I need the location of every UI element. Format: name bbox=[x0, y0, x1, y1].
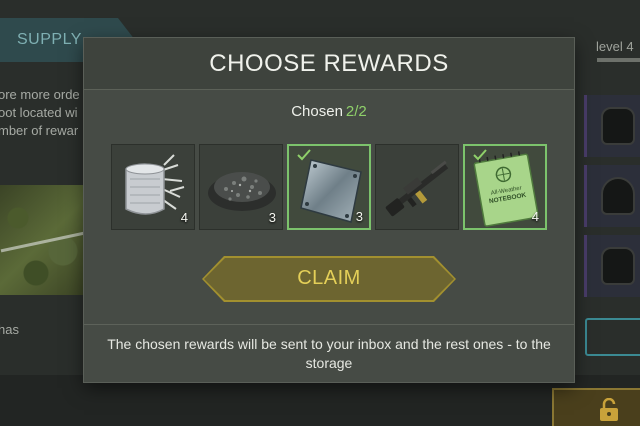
bottom-bar bbox=[0, 375, 640, 426]
backpack-icon bbox=[601, 247, 635, 285]
claim-button[interactable]: CLAIM bbox=[202, 256, 456, 302]
modal-title: CHOOSE REWARDS bbox=[209, 50, 449, 77]
reward-slot-selected[interactable]: 3 bbox=[287, 144, 371, 230]
modal-header: CHOOSE REWARDS bbox=[84, 38, 574, 90]
backpack-slot[interactable] bbox=[584, 235, 640, 297]
backpack-slot[interactable] bbox=[584, 95, 640, 157]
description-line: ore more orde bbox=[0, 87, 80, 102]
unlock-icon bbox=[600, 398, 618, 421]
reward-quantity: 3 bbox=[268, 210, 276, 225]
chosen-count: 2/2 bbox=[345, 103, 367, 120]
rewards-note: The chosen rewards will be sent to your … bbox=[107, 336, 551, 371]
checkmark-icon bbox=[473, 149, 487, 161]
map-thumbnail bbox=[0, 185, 90, 295]
description-line: mber of rewar bbox=[0, 123, 79, 138]
unlock-button[interactable] bbox=[552, 388, 640, 426]
divider bbox=[84, 324, 574, 325]
backpack-icon bbox=[601, 107, 635, 145]
reward-quantity: 4 bbox=[531, 209, 539, 224]
reward-quantity: 3 bbox=[355, 209, 363, 224]
reward-slot-selected[interactable]: All-Weather NOTEBOOK 4 bbox=[463, 144, 547, 230]
rifle-icon bbox=[385, 160, 449, 217]
choose-rewards-modal: CHOOSE REWARDS Chosen 2/2 4 3 3 All-Weat… bbox=[84, 38, 574, 382]
reward-slot[interactable]: 4 bbox=[111, 144, 195, 230]
supply-tab-label: SUPPLY bbox=[17, 31, 82, 48]
level-label: level 4 bbox=[596, 39, 634, 54]
supply-description: ore more orde oot located wi mber of rew… bbox=[0, 86, 88, 140]
rewards-row: 4 3 3 All-Weather NOTEBOOK 4 bbox=[111, 144, 547, 230]
checkmark-icon bbox=[297, 149, 311, 161]
side-button[interactable] bbox=[585, 318, 640, 356]
reward-quantity: 4 bbox=[180, 210, 188, 225]
level-progress-bar bbox=[597, 58, 640, 62]
helmet-slot[interactable] bbox=[584, 165, 640, 227]
reward-slot[interactable]: 3 bbox=[199, 144, 283, 230]
reward-slot[interactable] bbox=[375, 144, 459, 230]
chosen-counter: Chosen 2/2 bbox=[84, 103, 574, 120]
map-label: has bbox=[0, 322, 19, 337]
claim-button-label: CLAIM bbox=[297, 267, 361, 289]
chosen-label: Chosen bbox=[291, 103, 343, 120]
helmet-icon bbox=[601, 177, 635, 215]
description-line: oot located wi bbox=[0, 105, 78, 120]
